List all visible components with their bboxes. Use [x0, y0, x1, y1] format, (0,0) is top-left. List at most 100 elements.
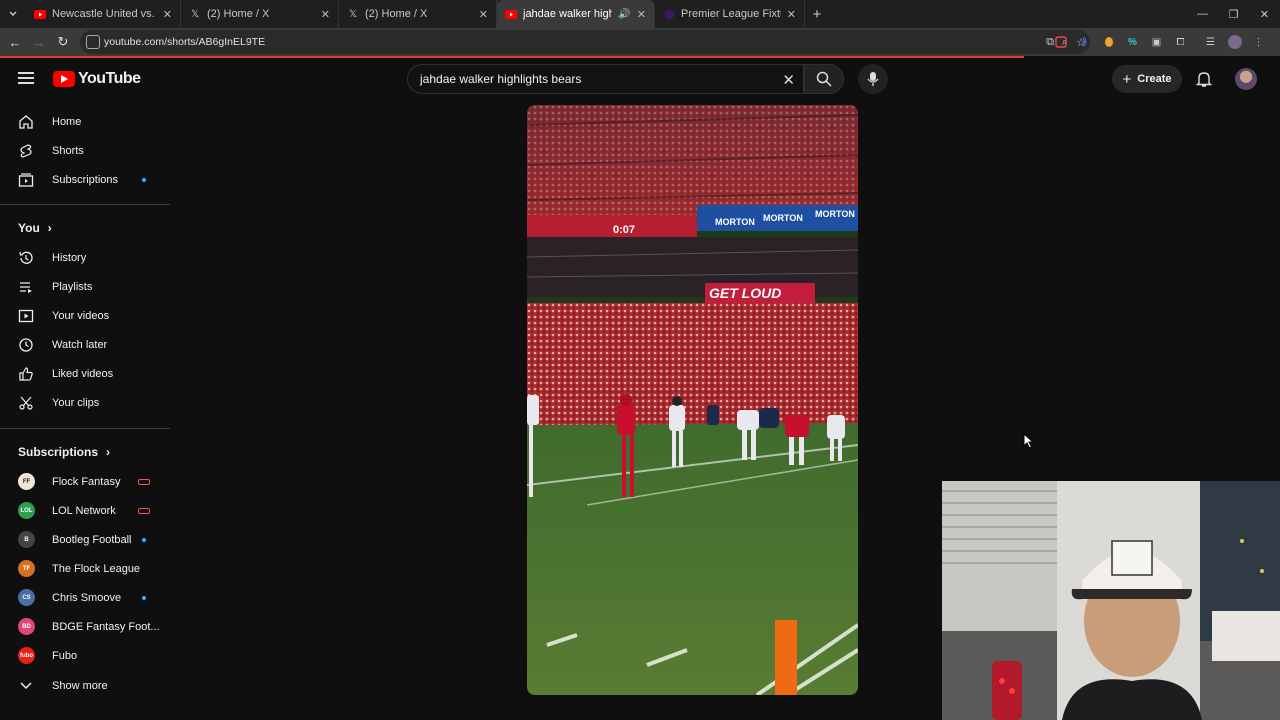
tab-title: Premier League Fixtures & Live: [681, 8, 781, 20]
sidebar-item-your-clips[interactable]: Your clips: [8, 388, 164, 417]
extension-gray-icon[interactable]: ▣: [1148, 34, 1165, 51]
sidebar-item-liked-videos[interactable]: Liked videos: [8, 359, 164, 388]
subscriptions-section-heading[interactable]: Subscriptions ›: [18, 445, 110, 459]
you-heading-text: You: [18, 221, 40, 235]
tab-title: (2) Home / X: [365, 8, 428, 20]
your-videos-icon: [18, 308, 34, 324]
chevron-right-icon: ›: [47, 221, 52, 235]
youtube-icon: [34, 8, 46, 20]
subscription-channel[interactable]: fubo Fubo: [8, 641, 164, 670]
sidebar-divider: [0, 428, 170, 429]
browser-tab[interactable]: Premier League Fixtures & Live ✕: [655, 0, 805, 28]
close-icon[interactable]: ✕: [479, 8, 488, 21]
microphone-icon: [867, 72, 879, 86]
extension-orange-icon[interactable]: [1100, 34, 1117, 51]
search-button[interactable]: [804, 64, 844, 94]
extension-teal-icon[interactable]: %: [1124, 34, 1141, 51]
mouse-cursor-icon: [1023, 433, 1035, 449]
sidebar-item-home[interactable]: Home: [8, 107, 164, 136]
sidebar-item-label: Your videos: [52, 309, 110, 322]
sidebar-item-subscriptions[interactable]: Subscriptions: [8, 165, 164, 194]
speaker-icon[interactable]: 🔊: [618, 9, 630, 20]
history-icon: [18, 250, 34, 266]
close-icon[interactable]: ✕: [163, 8, 172, 21]
show-more-label: Show more: [52, 679, 108, 692]
subscription-channel[interactable]: BD BDGE Fantasy Foot...: [8, 612, 164, 641]
reload-icon[interactable]: ↻: [51, 28, 75, 56]
create-button[interactable]: + Create: [1112, 65, 1182, 93]
subscription-channel[interactable]: FF Flock Fantasy: [8, 467, 164, 496]
close-icon[interactable]: ✕: [787, 8, 796, 21]
sidebar-item-shorts[interactable]: Shorts: [8, 136, 164, 165]
channel-avatar: LOL: [18, 502, 35, 519]
channel-avatar: fubo: [18, 647, 35, 664]
stadium-banner-text: GET LOUD: [709, 285, 781, 301]
close-window-icon[interactable]: ✕: [1249, 0, 1280, 28]
browser-tab[interactable]: 𝕏 (2) Home / X ✕: [339, 0, 497, 28]
sidebar-item-label: Home: [52, 115, 82, 128]
subscriptions-heading-text: Subscriptions: [18, 445, 99, 459]
youtube-logo-icon: [53, 71, 75, 87]
sidebar-divider: [0, 204, 170, 205]
new-content-dot: [142, 537, 146, 542]
minimize-icon[interactable]: —: [1187, 0, 1218, 28]
youtube-icon: [505, 8, 517, 20]
channel-name: The Flock League: [52, 562, 141, 575]
browser-tab[interactable]: 𝕏 (2) Home / X ✕: [181, 0, 339, 28]
extensions-puzzle-icon[interactable]: ⧠: [1172, 34, 1189, 51]
you-section-heading[interactable]: You ›: [18, 221, 52, 235]
notifications-bell-icon[interactable]: [1195, 70, 1213, 88]
shorts-icon: [18, 143, 34, 159]
channel-name: Flock Fantasy: [52, 475, 121, 488]
browser-menu-icon[interactable]: ⋮: [1250, 34, 1267, 51]
account-avatar[interactable]: [1235, 68, 1257, 90]
plus-icon: +: [1122, 70, 1132, 88]
channel-avatar: BD: [18, 618, 35, 635]
chevron-down-icon: [18, 678, 34, 694]
channel-avatar: B: [18, 531, 35, 548]
site-info-icon[interactable]: [86, 35, 100, 49]
subscription-channel[interactable]: B Bootleg Football: [8, 525, 164, 554]
sidebar: Home Shorts Subscriptions You › History …: [0, 100, 170, 720]
search-icon: [816, 71, 832, 87]
new-tab-button[interactable]: +: [805, 6, 829, 23]
profile-icon[interactable]: [1226, 34, 1243, 51]
sidebar-item-playlists[interactable]: Playlists: [8, 272, 164, 301]
sidebar-item-watch-later[interactable]: Watch later: [8, 330, 164, 359]
sidebar-item-label: History: [52, 251, 87, 264]
close-icon[interactable]: ✕: [321, 8, 330, 21]
extension-blue-icon[interactable]: ⟫: [1076, 34, 1093, 51]
shorts-video-player[interactable]: 0:07 MORTON MORTON MORTON GET LOUD: [527, 105, 858, 695]
sidebar-item-your-videos[interactable]: Your videos: [8, 301, 164, 330]
streamer-webcam-image: [942, 481, 1280, 720]
restore-icon[interactable]: ❐: [1218, 0, 1249, 28]
show-more-button[interactable]: Show more: [8, 671, 164, 700]
forward-icon[interactable]: →: [27, 28, 51, 56]
new-content-dot: [142, 177, 146, 182]
youtube-logo[interactable]: YouTube: [53, 70, 141, 88]
live-indicator-icon: [138, 478, 150, 485]
extension-red-icon[interactable]: [1052, 34, 1069, 51]
clear-search-icon[interactable]: ✕: [782, 71, 795, 89]
premier-league-icon: [663, 8, 675, 20]
tab-title: (2) Home / X: [207, 8, 270, 20]
playlists-icon: [18, 279, 34, 295]
subscription-channel[interactable]: TF The Flock League: [8, 554, 164, 583]
subscription-channel[interactable]: CS Chris Smoove: [8, 583, 164, 612]
tab-search-button[interactable]: [0, 0, 26, 28]
menu-icon[interactable]: [18, 72, 34, 84]
browser-tab[interactable]: Newcastle United vs. Liverpool ✕: [26, 0, 181, 28]
subscription-channel[interactable]: LOL LOL Network: [8, 496, 164, 525]
voice-search-button[interactable]: [858, 64, 888, 94]
address-bar[interactable]: youtube.com/shorts/AB6gInEL9TE ⧉ ⌕ ☆: [80, 30, 1090, 54]
youtube-header: YouTube jahdae walker highlights bears ✕…: [0, 58, 1280, 100]
reading-list-icon[interactable]: ☰: [1202, 34, 1219, 51]
scoreboard-clock: 0:07: [613, 224, 635, 236]
search-input[interactable]: jahdae walker highlights bears ✕: [407, 64, 804, 94]
close-icon[interactable]: ✕: [637, 8, 646, 21]
sidebar-item-label: Your clips: [52, 396, 100, 409]
browser-tab-active[interactable]: jahdae walker highlights be 🔊 ✕: [497, 0, 655, 28]
extensions-bar: ⟫ % ▣ ⧠ ☰ ⋮: [1052, 28, 1267, 56]
back-icon[interactable]: ←: [3, 28, 27, 56]
sidebar-item-history[interactable]: History: [8, 243, 164, 272]
